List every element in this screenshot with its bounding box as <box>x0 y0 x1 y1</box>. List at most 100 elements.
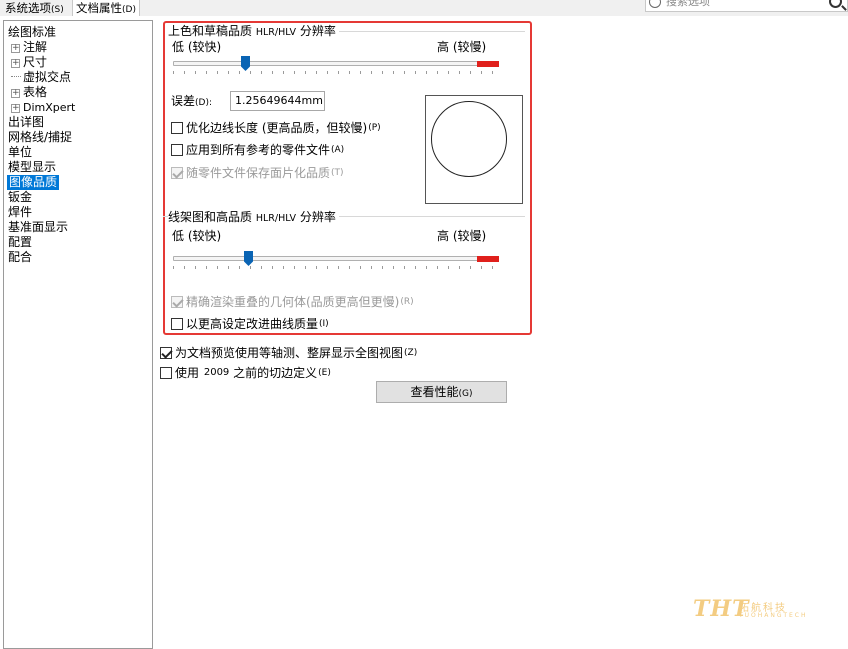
tree-item-plane-display[interactable]: 基准面显示 <box>8 220 68 235</box>
slider-thumb[interactable] <box>244 251 253 266</box>
pre-2009-tangent-edge-checkbox[interactable]: 使用 2009 之前的切边定义 (E) <box>160 364 331 381</box>
tree-item-label: 注解 <box>23 40 48 54</box>
tree-item-drafting-standard[interactable]: 绘图标准 <box>8 25 56 40</box>
preview-circle <box>431 101 507 177</box>
checkbox-box[interactable] <box>171 121 183 134</box>
tree-item-weldments[interactable]: 焊件 <box>8 205 32 220</box>
deviation-label-key: (D): <box>195 98 213 108</box>
save-tessellation-checkbox[interactable]: 随零件文件保存面片化品质 (T) <box>171 164 344 181</box>
tree-item-grid-snap[interactable]: 网格线/捕捉 <box>8 130 72 145</box>
checkbox-key: (R) <box>400 296 414 307</box>
group-title-small: HLR/HLV <box>255 213 296 224</box>
group-title-text: 上色和草稿品质 <box>168 24 253 38</box>
group-title-text: 线架图和高品质 <box>168 210 253 224</box>
search-icon[interactable] <box>829 0 842 8</box>
tree-item-model-display[interactable]: 模型显示 <box>8 160 56 175</box>
wireframe-high-label: 高 (较慢) <box>437 229 487 243</box>
checkbox-box[interactable] <box>171 295 183 308</box>
checkbox-label-suffix: 之前的切边定义 <box>233 366 318 380</box>
deviation-field[interactable]: 1.25649644mm <box>230 91 325 111</box>
tree-item-detailing[interactable]: 出详图 <box>8 115 44 130</box>
checkbox-label: 随零件文件保存面片化品质 <box>186 166 331 180</box>
tab-document-label: 文档属性 <box>76 1 122 15</box>
expand-icon[interactable]: + <box>11 89 20 98</box>
checkbox-box[interactable] <box>171 317 183 330</box>
checkbox-box[interactable] <box>160 366 172 379</box>
tree-item-label: 虚拟交点 <box>23 70 72 84</box>
checkbox-key: (A) <box>331 144 345 155</box>
tree-item-mates[interactable]: 配合 <box>8 250 32 265</box>
checkbox-label: 应用到所有参考的零件文件 <box>186 143 331 157</box>
checkbox-key: (I) <box>319 318 329 329</box>
slider-red-zone <box>477 256 499 262</box>
document-properties-window: { "tabs": { "system": {"label": "系统选项", … <box>0 0 848 649</box>
tree-item-configurations[interactable]: 配置 <box>8 235 32 250</box>
deviation-label-text: 误差 <box>171 94 196 108</box>
checkbox-key: (Z) <box>404 347 418 358</box>
button-label: 查看性能 <box>410 385 459 399</box>
tab-document-properties[interactable]: 文档属性(D) <box>72 0 140 16</box>
checkbox-label: 精确渲染重叠的几何体(品质更高但更慢) <box>186 295 400 309</box>
shaded-low-label: 低 (较快) <box>172 40 222 54</box>
checkbox-label: 使用 <box>175 366 200 380</box>
checkbox-label: 以更高设定改进曲线质量 <box>186 317 319 331</box>
quality-preview <box>425 95 523 204</box>
checkbox-key: (P) <box>368 122 381 133</box>
slider-thumb[interactable] <box>241 56 250 71</box>
tab-system-label: 系统选项 <box>5 1 51 15</box>
checkbox-box[interactable] <box>160 346 172 359</box>
expand-icon[interactable]: + <box>11 59 20 68</box>
tab-system-options[interactable]: 系统选项(S) <box>2 0 67 16</box>
checkbox-box[interactable] <box>171 166 183 179</box>
tree-item-annotations[interactable]: + 注解 <box>11 40 47 55</box>
slider-red-zone <box>477 61 499 67</box>
tree-item-tables[interactable]: + 表格 <box>11 85 47 100</box>
wireframe-quality-slider[interactable] <box>173 251 499 275</box>
tree-item-image-quality[interactable]: 图像品质 <box>7 175 60 190</box>
tree-item-dimensions[interactable]: + 尺寸 <box>11 55 47 70</box>
checkbox-key: (E) <box>318 367 331 378</box>
group-title-suffix: 分辨率 <box>299 210 336 224</box>
options-tree[interactable]: 绘图标准 + 注解 + 尺寸 虚拟交点 + 表格 + DimXpert 出详图 网格线/… <box>3 20 153 649</box>
checkbox-label: 优化边线长度 (更高品质，但较慢) <box>186 121 368 135</box>
precise-overlap-render-checkbox[interactable]: 精确渲染重叠的几何体(品质更高但更慢) (R) <box>171 293 414 310</box>
tree-item-virtual-sharps[interactable]: 虚拟交点 <box>11 70 71 85</box>
slider-ticks <box>173 71 499 74</box>
apply-to-referenced-parts-checkbox[interactable]: 应用到所有参考的零件文件 (A) <box>171 141 344 158</box>
deviation-label: 误差(D): <box>171 94 212 110</box>
watermark-en: TUOHANGTECH <box>739 612 808 619</box>
checkbox-key: (T) <box>331 167 344 178</box>
watermark-logo: THT 拓航科技 TUOHANGTECH <box>693 596 823 626</box>
shaded-high-label: 高 (较慢) <box>437 40 487 54</box>
wireframe-low-label: 低 (较快) <box>172 229 222 243</box>
group-title-small: HLR/HLV <box>255 27 296 38</box>
improve-curve-quality-checkbox[interactable]: 以更高设定改进曲线质量 (I) <box>171 315 329 332</box>
checkbox-label: 为文档预览使用等轴测、整屏显示全图视图 <box>175 346 404 360</box>
tab-document-key: (D) <box>122 5 136 15</box>
gear-icon <box>649 0 661 8</box>
view-performance-button[interactable]: 查看性能(G) <box>376 381 507 403</box>
shaded-quality-title: 上色和草稿品质 HLR/HLV 分辨率 <box>168 24 339 40</box>
checkbox-year: 2009 <box>203 367 230 378</box>
search-input[interactable]: 搜索选项 <box>645 0 848 12</box>
wireframe-quality-title: 线架图和高品质 HLR/HLV 分辨率 <box>168 210 339 226</box>
tree-item-sheet-metal[interactable]: 钣金 <box>8 190 32 205</box>
slider-track <box>173 256 499 261</box>
search-placeholder: 搜索选项 <box>666 0 710 8</box>
expand-icon[interactable]: + <box>11 104 20 113</box>
tree-item-label: 尺寸 <box>23 55 48 69</box>
slider-ticks <box>173 266 499 269</box>
button-key: (G) <box>458 389 473 399</box>
isometric-preview-checkbox[interactable]: 为文档预览使用等轴测、整屏显示全图视图 (Z) <box>160 344 417 361</box>
expand-icon[interactable]: + <box>11 44 20 53</box>
optimize-edge-length-checkbox[interactable]: 优化边线长度 (更高品质，但较慢) (P) <box>171 119 381 136</box>
slider-track <box>173 61 499 66</box>
tree-item-units[interactable]: 单位 <box>8 145 32 160</box>
tree-item-label: 表格 <box>23 85 48 99</box>
shaded-quality-slider[interactable] <box>173 56 499 80</box>
tree-item-dimxpert[interactable]: + DimXpert <box>11 100 75 115</box>
group-title-suffix: 分辨率 <box>299 24 336 38</box>
checkbox-box[interactable] <box>171 143 183 156</box>
tree-item-label: DimXpert <box>23 101 76 114</box>
tab-system-key: (S) <box>51 5 64 15</box>
